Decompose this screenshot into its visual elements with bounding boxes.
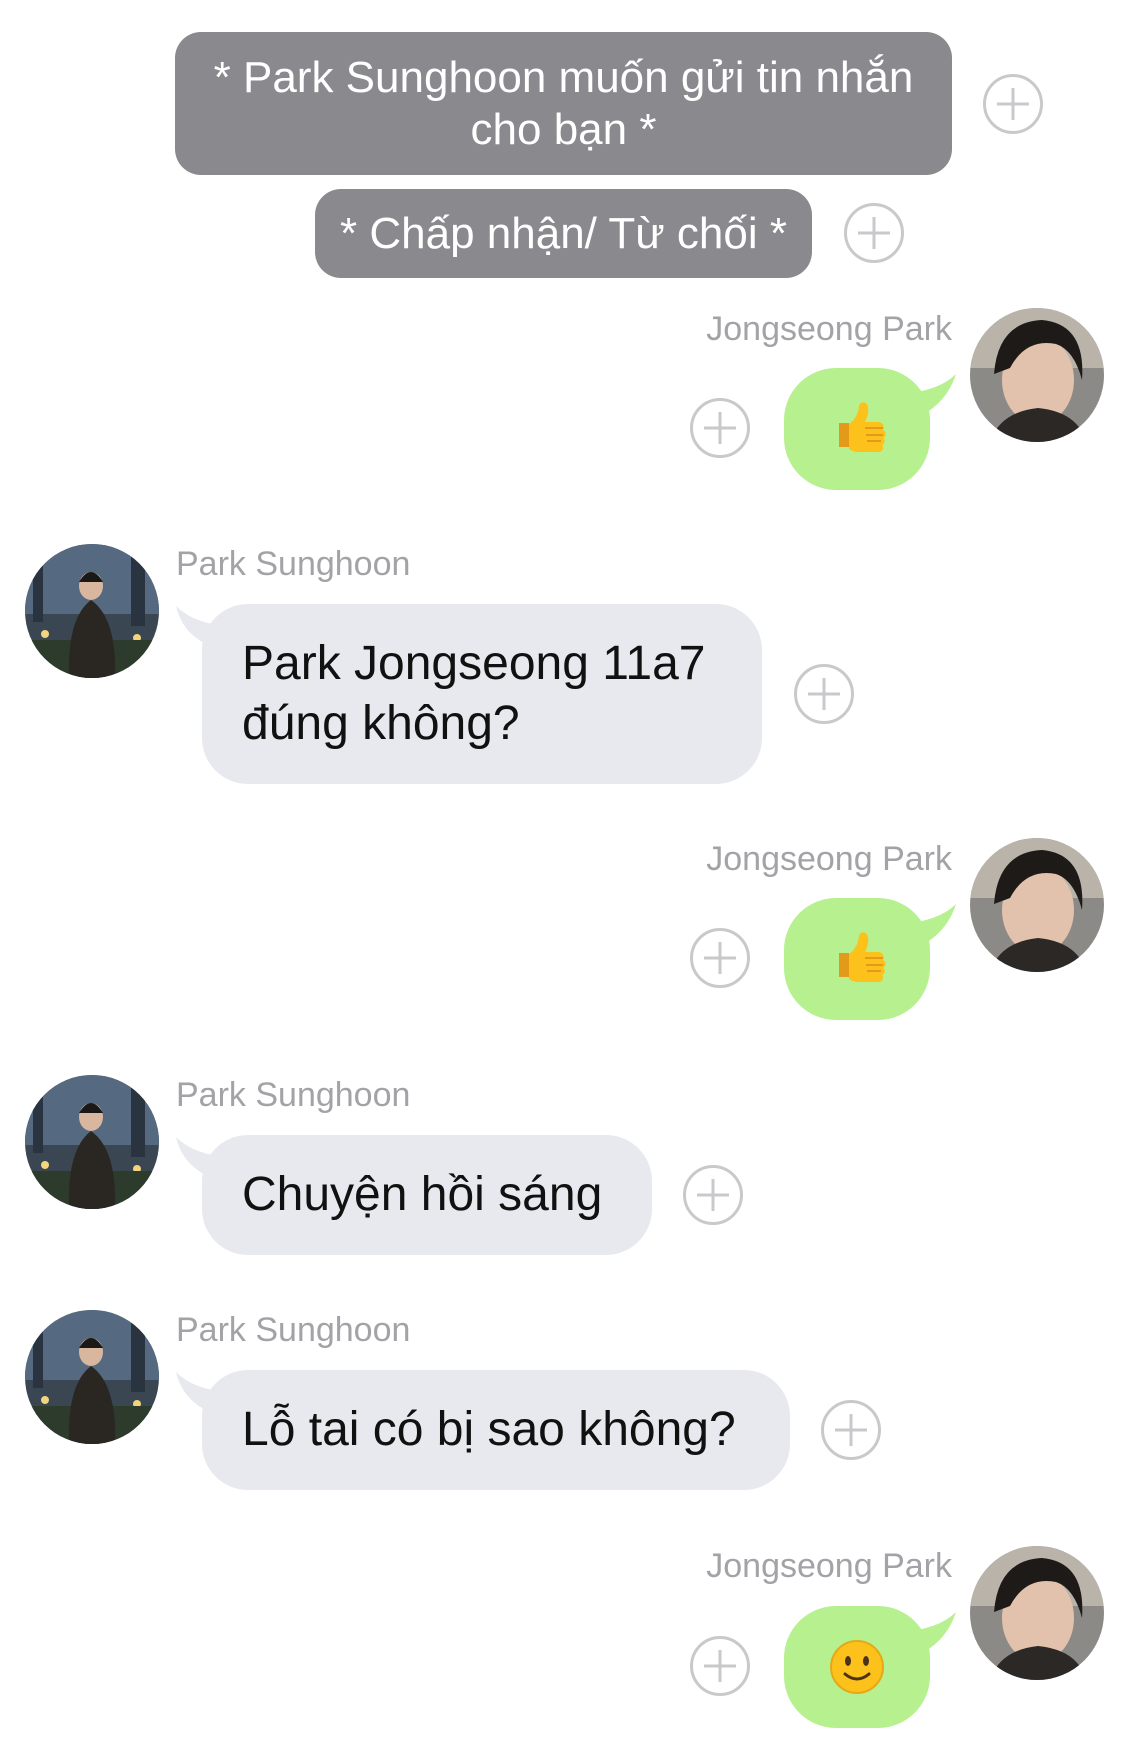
message-bubble-outgoing[interactable] [784, 1606, 956, 1728]
system-notice-accept-decline: * Chấp nhận/ Từ chối * [315, 189, 812, 278]
message-bubble-outgoing[interactable] [784, 368, 956, 490]
message-bubble-incoming[interactable]: Chuyện hồi sáng [176, 1135, 652, 1255]
slightly-smiling-face-emoji [829, 1639, 885, 1695]
message-text: Park Jongseong 11a7 đúng không? [242, 637, 706, 750]
sender-name: Park Sunghoon [176, 545, 411, 583]
avatar[interactable] [970, 838, 1104, 972]
avatar[interactable] [970, 308, 1104, 442]
sender-name: Jongseong Park [706, 840, 952, 878]
message-text: Lỗ tai có bị sao không? [242, 1403, 736, 1456]
avatar[interactable] [25, 544, 159, 678]
thumbs-up-emoji [838, 401, 887, 453]
plus-circle-icon[interactable] [821, 1400, 881, 1460]
message-bubble-outgoing[interactable] [784, 898, 956, 1020]
system-notice-accept-decline-text: * Chấp nhận/ Từ chối * [340, 208, 787, 258]
sender-name: Park Sunghoon [176, 1311, 411, 1349]
sender-name: Park Sunghoon [176, 1076, 411, 1114]
plus-circle-icon[interactable] [690, 1636, 750, 1696]
sender-name: Jongseong Park [706, 310, 952, 348]
plus-circle-icon[interactable] [794, 664, 854, 724]
avatar[interactable] [25, 1075, 159, 1209]
avatar[interactable] [970, 1546, 1104, 1680]
plus-circle-icon[interactable] [690, 398, 750, 458]
sender-name: Jongseong Park [706, 1547, 952, 1585]
plus-circle-icon[interactable] [844, 203, 904, 263]
plus-circle-icon[interactable] [690, 928, 750, 988]
message-bubble-incoming[interactable]: Lỗ tai có bị sao không? [176, 1370, 790, 1490]
message-text: Chuyện hồi sáng [242, 1168, 603, 1221]
avatar[interactable] [25, 1310, 159, 1444]
system-notice-request: * Park Sunghoon muốn gửi tin nhắn cho bạ… [175, 32, 952, 175]
plus-circle-icon[interactable] [683, 1165, 743, 1225]
plus-circle-icon[interactable] [983, 74, 1043, 134]
thumbs-up-emoji [838, 931, 887, 983]
system-notice-request-text: * Park Sunghoon muốn gửi tin nhắn cho bạ… [213, 52, 914, 154]
message-bubble-incoming[interactable]: Park Jongseong 11a7 đúng không? [176, 604, 762, 784]
